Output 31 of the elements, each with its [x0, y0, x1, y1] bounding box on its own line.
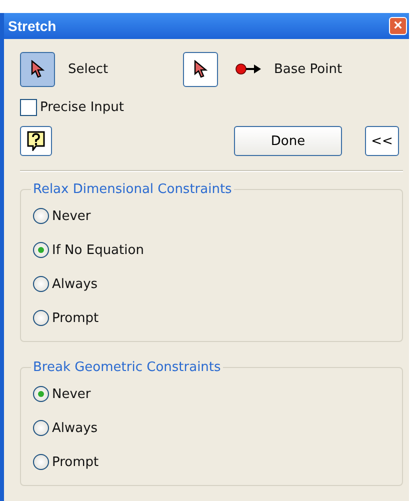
- radio-button[interactable]: [33, 276, 49, 292]
- group-title: Break Geometric Constraints: [32, 360, 222, 375]
- base-point-label: Base Point: [274, 62, 342, 76]
- option-label: Prompt: [52, 454, 99, 470]
- radio-button[interactable]: [33, 242, 49, 258]
- checkbox-label: Precise Input: [40, 100, 124, 115]
- help-icon: [27, 131, 45, 151]
- help-button[interactable]: [20, 126, 52, 156]
- select-label: Select: [68, 62, 110, 76]
- option-label: Never: [52, 386, 91, 402]
- checkbox[interactable]: [20, 99, 37, 116]
- done-button[interactable]: Done: [234, 126, 342, 156]
- option-label: Never: [52, 208, 91, 224]
- radio-button[interactable]: [33, 454, 49, 470]
- radio-button[interactable]: [33, 386, 49, 402]
- radio-button[interactable]: [33, 310, 49, 326]
- radio-button[interactable]: [33, 420, 49, 436]
- option-label: If No Equation: [52, 242, 144, 258]
- option-label: Always: [52, 420, 98, 436]
- point-arrow-icon: [235, 63, 263, 75]
- collapse-button[interactable]: <<: [365, 126, 399, 156]
- base-point-button[interactable]: [183, 52, 218, 86]
- group-title: Relax Dimensional Constraints: [32, 182, 233, 197]
- option-label: Always: [52, 276, 98, 292]
- window-title: Stretch: [8, 18, 56, 34]
- radio-button[interactable]: [33, 208, 49, 224]
- cursor-icon: [30, 60, 44, 78]
- cursor-icon: [194, 60, 208, 78]
- option-label: Prompt: [52, 310, 99, 326]
- select-button[interactable]: [20, 52, 55, 86]
- close-button[interactable]: ×: [389, 17, 407, 35]
